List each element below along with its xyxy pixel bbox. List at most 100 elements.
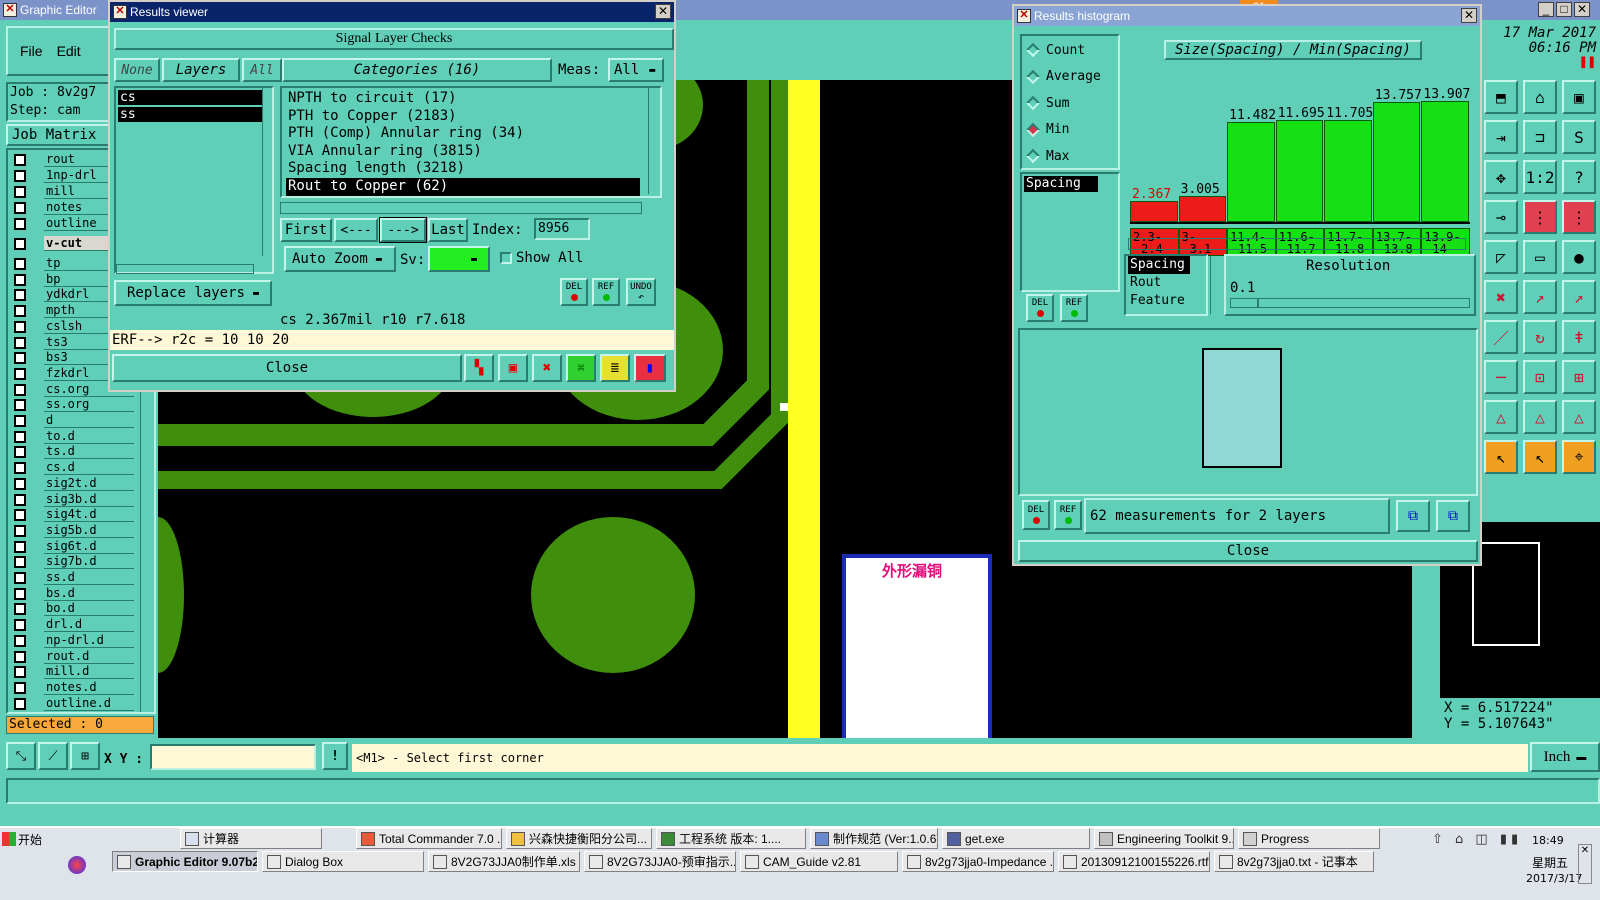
histogram-bar[interactable] xyxy=(1227,121,1275,222)
hist-del-button[interactable]: DEL xyxy=(1026,294,1054,322)
layer-checkbox[interactable] xyxy=(14,305,26,318)
layer-row[interactable]: sig7b.d xyxy=(12,554,134,570)
category-item[interactable]: VIA Annular ring (3815) xyxy=(286,143,640,161)
histogram-bar[interactable] xyxy=(1178,195,1227,222)
del-button[interactable]: DEL xyxy=(560,278,588,306)
connect-red-icon[interactable]: ↗ xyxy=(1562,280,1596,314)
auto-zoom-dropdown[interactable]: Auto Zoom ▬ xyxy=(284,246,396,272)
layer-row[interactable]: outline.d xyxy=(12,695,134,712)
layer-checkbox[interactable] xyxy=(14,202,26,214)
zoom-chart-button[interactable]: ⧉ xyxy=(1436,500,1470,532)
layer-row[interactable]: np-drl.d xyxy=(12,632,134,649)
layer-checkbox[interactable] xyxy=(14,170,26,182)
layer-row[interactable]: to.d xyxy=(12,428,134,445)
show-all-checkbox[interactable]: Show All xyxy=(500,250,583,266)
dash-red-icon[interactable]: ─ xyxy=(1484,360,1518,394)
layer-checkbox[interactable] xyxy=(14,681,26,694)
layers-scrollbar[interactable] xyxy=(262,88,272,256)
snap-icon[interactable]: S xyxy=(1562,120,1596,154)
layer-row[interactable]: bs.d xyxy=(12,585,134,602)
circle-icon[interactable]: ● xyxy=(1562,240,1596,274)
quicklaunch-icon[interactable] xyxy=(68,856,86,874)
taskbar-item[interactable]: Total Commander 7.0 ... xyxy=(356,828,502,849)
category-item[interactable]: Spacing length (3218) xyxy=(286,160,640,178)
show-desktop-button[interactable]: ✕ xyxy=(1578,844,1592,884)
layer-row[interactable]: sig3b.d xyxy=(12,491,134,508)
layer-row[interactable]: sig2t.d xyxy=(12,475,134,492)
close-icon[interactable]: ✕ xyxy=(1574,2,1590,17)
layer-row[interactable]: cs.d xyxy=(12,460,134,476)
triangle-icon[interactable]: △ xyxy=(1484,400,1518,434)
close-icon[interactable]: ✕ xyxy=(1461,8,1477,23)
feature-listbox[interactable]: Spacing Rout Feature xyxy=(1124,254,1208,316)
triangle-outline-icon[interactable]: △ xyxy=(1523,400,1557,434)
taskbar-item[interactable]: CAM_Guide v2.81 xyxy=(740,851,898,872)
grid-icon[interactable]: ⊞ xyxy=(70,742,100,770)
layer-checkbox[interactable] xyxy=(14,650,26,663)
home-icon[interactable]: ⌂ xyxy=(1523,80,1557,114)
histogram-icon[interactable]: ▮ xyxy=(634,354,666,382)
layer-checkbox[interactable] xyxy=(14,540,26,553)
feature-scrollbar[interactable] xyxy=(1210,256,1220,314)
export-chart-button[interactable]: ⧉ xyxy=(1396,500,1430,532)
layer-checkbox[interactable] xyxy=(14,572,26,584)
report-icon[interactable]: ≣ xyxy=(600,354,630,382)
category-item[interactable]: PTH (Comp) Annular ring (34) xyxy=(286,125,640,143)
all-layers-button[interactable]: All xyxy=(242,58,282,82)
highlight-icon[interactable]: ▣ xyxy=(498,354,528,382)
help-icon[interactable]: ? xyxy=(1562,160,1596,194)
zoom-fit-icon[interactable]: ⟋ xyxy=(38,742,68,770)
taskbar-item[interactable]: 8v2g73jja0-Impedance ... xyxy=(902,851,1054,872)
taskbar-item[interactable]: Engineering Toolkit 9.... xyxy=(1094,828,1234,849)
layer-row[interactable]: mill.d xyxy=(12,664,134,680)
close-button[interactable]: Close xyxy=(112,354,462,382)
last-button[interactable]: Last xyxy=(428,218,468,242)
layers-blue-icon[interactable]: ⋮ xyxy=(1562,200,1596,234)
layer-row[interactable]: drl.d xyxy=(12,617,134,633)
layer-checkbox[interactable] xyxy=(14,273,26,286)
layer-checkbox[interactable] xyxy=(14,697,26,710)
start-button[interactable]: 开始 xyxy=(2,828,62,850)
taskbar-item[interactable]: 兴森快捷衡阳分公司... xyxy=(506,828,652,849)
taskbar-item[interactable]: 8V2G73JJA0-预审指示.... xyxy=(584,851,736,872)
layer-row[interactable]: bo.d xyxy=(12,601,134,617)
sv-color-dropdown[interactable]: ▬ xyxy=(428,246,490,272)
histogram-bar[interactable] xyxy=(1130,201,1178,222)
measure-icon[interactable]: ◸ xyxy=(1484,240,1518,274)
layer-checkbox[interactable] xyxy=(14,634,26,647)
histogram-bar[interactable] xyxy=(1275,120,1324,222)
scale-icon[interactable]: 1:2 xyxy=(1523,160,1557,194)
zoom-area-icon[interactable]: ⤡ xyxy=(6,742,36,770)
layer-row[interactable]: ss.d xyxy=(12,570,134,586)
taskbar-item[interactable]: 20130912100155226.rtf... xyxy=(1058,851,1210,872)
chart-hscroll[interactable] xyxy=(1128,238,1466,250)
layer-item-ss[interactable]: ss xyxy=(118,107,262,122)
close-icon[interactable]: ✕ xyxy=(655,4,671,19)
undo-button[interactable]: UNDO ↶ xyxy=(626,278,656,306)
layers-listbox[interactable]: cs ss xyxy=(114,86,274,274)
layer-checkbox[interactable] xyxy=(14,462,26,475)
feature-item-rout[interactable]: Rout xyxy=(1128,274,1206,292)
layers-hscroll[interactable] xyxy=(116,264,254,274)
taskbar-item[interactable]: Progress xyxy=(1238,828,1380,849)
prev-button[interactable]: <--- xyxy=(334,218,378,242)
layer-row[interactable]: notes.d xyxy=(12,679,134,696)
hist-ref-button[interactable]: REF xyxy=(1060,294,1088,322)
taskbar-item[interactable]: 8V2G73JJA0制作单.xls ... xyxy=(428,851,580,872)
layer-checkbox[interactable] xyxy=(14,509,26,522)
dimension-icon[interactable]: ⊡ xyxy=(1523,360,1557,394)
layer-checkbox[interactable] xyxy=(14,556,26,569)
layer-checkbox[interactable] xyxy=(14,399,26,412)
taskbar-item[interactable]: 8v2g73jja0.txt - 记事本 xyxy=(1214,851,1374,872)
layer-checkbox[interactable] xyxy=(14,587,26,600)
layer-checkbox[interactable] xyxy=(14,336,26,349)
categories-listbox[interactable]: NPTH to circuit (17) PTH to Copper (2183)… xyxy=(280,86,662,198)
maximize-icon[interactable]: □ xyxy=(1556,2,1572,17)
layer-checkbox[interactable] xyxy=(14,218,26,230)
layer-row[interactable]: d xyxy=(12,413,134,429)
arc-icon[interactable]: ↻ xyxy=(1523,320,1557,354)
layer-checkbox[interactable] xyxy=(14,477,26,490)
preview-del-button[interactable]: DEL xyxy=(1022,500,1050,530)
line-red-icon[interactable]: ／ xyxy=(1484,320,1518,354)
layer-checkbox[interactable] xyxy=(14,367,26,380)
